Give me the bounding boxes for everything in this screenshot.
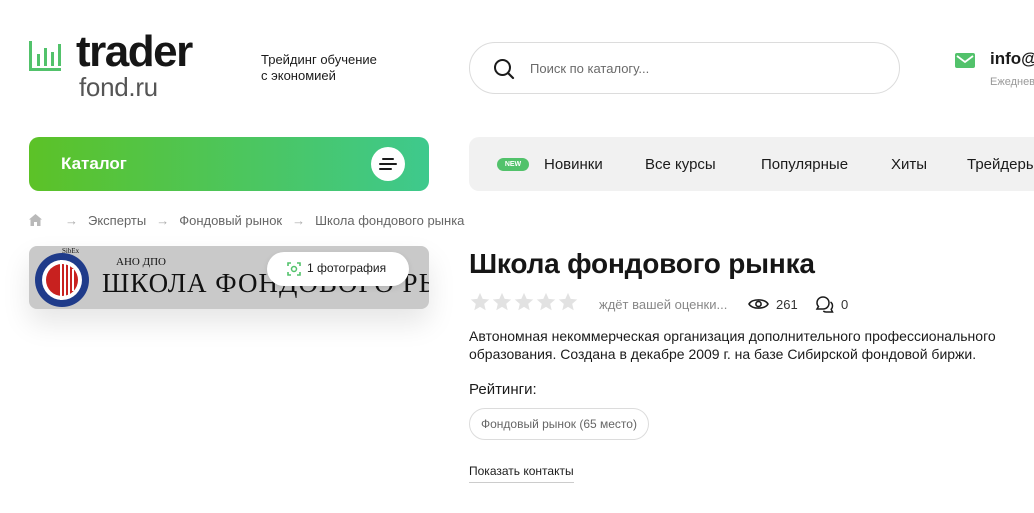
- star-icon[interactable]: [535, 291, 557, 313]
- photo-org-type: АНО ДПО: [116, 256, 166, 268]
- organization-description: Автономная некоммерческая организация до…: [469, 328, 996, 362]
- rating-stars[interactable]: [469, 291, 579, 313]
- filter-icon: [371, 147, 405, 181]
- site-logo[interactable]: trader fond.ru: [28, 30, 243, 102]
- nav-item-new[interactable]: Новинки: [544, 156, 603, 173]
- organization-photo[interactable]: SibEx АНО ДПО ШКОЛА ФОНДОВОГО РЫНКА 1 фо…: [29, 246, 429, 309]
- arrow-right-icon: →: [292, 212, 306, 228]
- new-badge: NEW: [497, 158, 529, 171]
- home-icon[interactable]: [29, 214, 42, 226]
- catalog-label: Каталог: [61, 154, 127, 173]
- arrow-right-icon: →: [65, 212, 78, 228]
- mail-icon: [955, 53, 975, 68]
- breadcrumb-stock-market[interactable]: Фондовый рынок: [179, 213, 282, 228]
- contact-email[interactable]: info@: [990, 49, 1034, 69]
- search-icon[interactable]: [492, 57, 516, 81]
- logo-domain: fond.ru: [79, 72, 158, 102]
- star-icon[interactable]: [513, 291, 535, 313]
- eye-icon: [748, 299, 769, 309]
- breadcrumb-current: Школа фондового рынка: [315, 212, 465, 228]
- photo-count-label: 1 фотография: [307, 261, 387, 275]
- nav-item-traders[interactable]: Трейдеры: [967, 156, 1034, 173]
- breadcrumb: → Эксперты → Фондовый рынок → Школа фонд…: [29, 211, 464, 229]
- star-icon[interactable]: [469, 291, 491, 313]
- breadcrumb-experts[interactable]: Эксперты: [88, 213, 146, 228]
- tagline-line-1: Трейдинг обучение: [261, 52, 377, 67]
- site-tagline: Трейдинг обучение с экономией: [261, 52, 421, 84]
- star-icon[interactable]: [557, 291, 579, 313]
- page-title: Школа фондового рынка: [469, 248, 815, 279]
- show-contacts-link[interactable]: Показать контакты: [469, 464, 574, 483]
- nav-item-hits[interactable]: Хиты: [891, 156, 927, 173]
- comments-icon[interactable]: [815, 295, 834, 314]
- chart-bars-icon: [29, 41, 61, 71]
- views-count: 261: [776, 297, 798, 312]
- nav-item-popular[interactable]: Популярные: [761, 156, 848, 173]
- arrow-right-icon: →: [156, 212, 170, 228]
- organization-emblem: [35, 253, 89, 307]
- comments-count: 0: [841, 297, 849, 312]
- photo-count-button[interactable]: 1 фотография: [267, 252, 409, 286]
- star-icon[interactable]: [491, 291, 513, 313]
- main-nav: NEW Новинки Все курсы Популярные Хиты Тр…: [469, 137, 1034, 191]
- contact-hours: Ежеднев: [990, 76, 1034, 88]
- photo-brand-text: SibEx: [62, 247, 80, 255]
- search-bar[interactable]: [469, 42, 900, 94]
- search-input[interactable]: [530, 43, 880, 93]
- rating-prompt: ждёт вашей оценки...: [599, 297, 728, 312]
- ratings-heading: Рейтинги:: [469, 381, 537, 398]
- rating-chip-stock-market[interactable]: Фондовый рынок (65 место): [469, 408, 649, 440]
- logo-wordmark: trader: [76, 27, 193, 76]
- gallery-icon: [287, 262, 301, 276]
- tagline-line-2: с экономией: [261, 68, 336, 83]
- catalog-button[interactable]: Каталог: [29, 137, 429, 191]
- nav-item-all-courses[interactable]: Все курсы: [645, 156, 716, 173]
